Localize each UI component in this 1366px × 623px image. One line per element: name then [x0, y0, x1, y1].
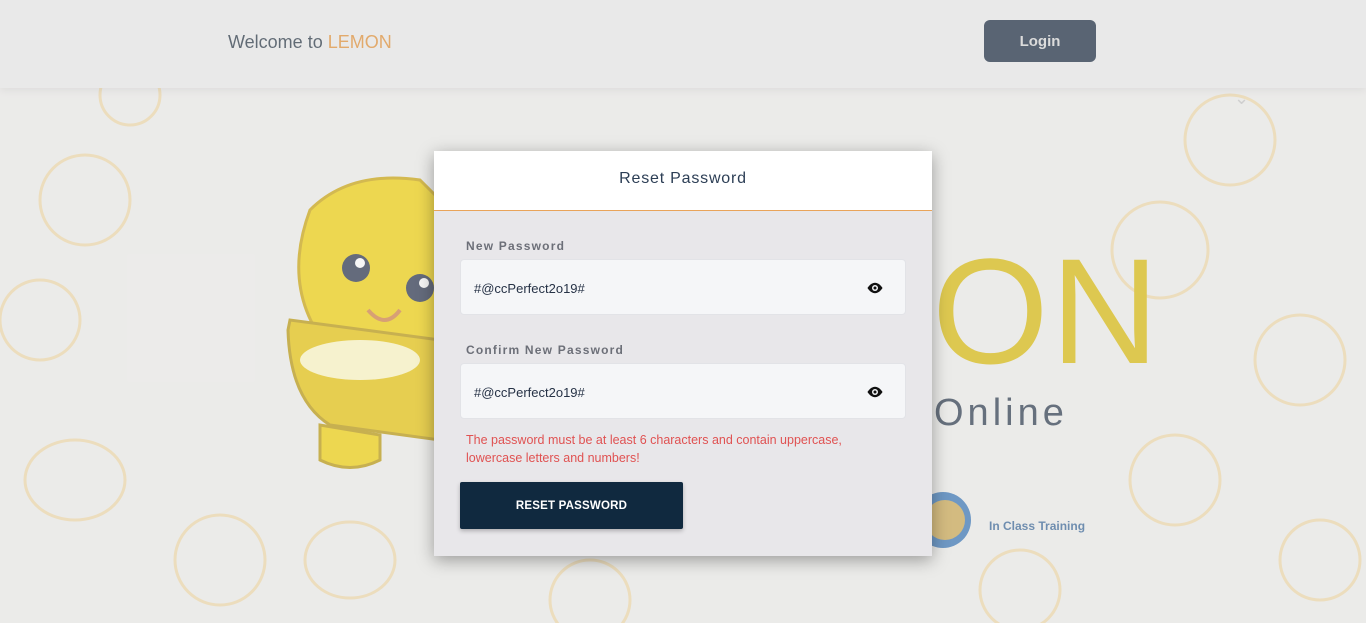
password-error-message: The password must be at least 6 characte…: [466, 433, 842, 465]
eye-icon[interactable]: [866, 383, 884, 401]
confirm-password-label: Confirm New Password: [466, 343, 625, 357]
new-password-field-container: [460, 259, 906, 315]
modal-title: Reset Password: [619, 170, 747, 187]
reset-password-button[interactable]: RESET PASSWORD: [460, 482, 683, 529]
new-password-label: New Password: [466, 239, 566, 253]
modal-header: Reset Password: [434, 151, 932, 211]
eye-icon[interactable]: [866, 279, 884, 297]
confirm-password-field[interactable]: [474, 382, 834, 402]
confirm-password-field-container: [460, 363, 906, 419]
reset-password-modal: Reset Password New Password Confirm New …: [434, 151, 932, 556]
new-password-field[interactable]: [474, 278, 834, 298]
